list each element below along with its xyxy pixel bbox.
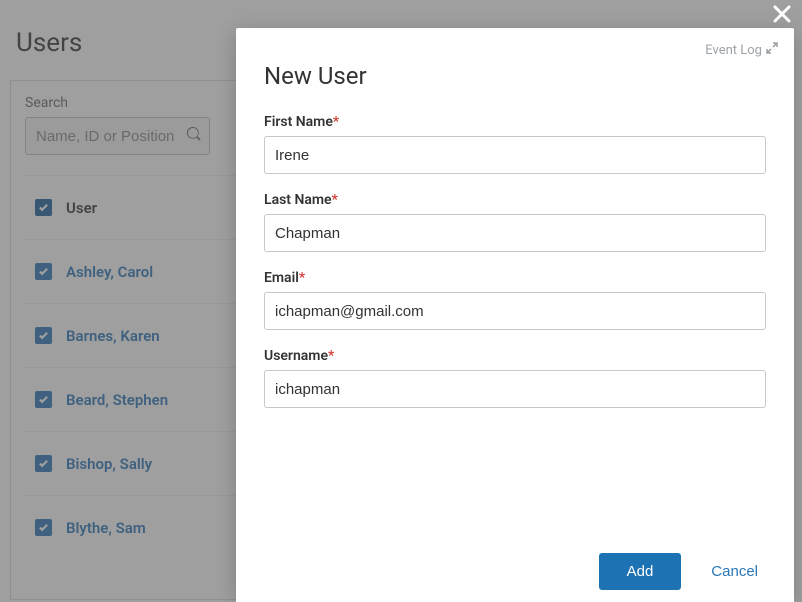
first-name-field-group: First Name* — [264, 114, 766, 174]
email-input[interactable] — [264, 292, 766, 330]
email-field-group: Email* — [264, 270, 766, 330]
last-name-label: Last Name* — [264, 192, 766, 208]
first-name-input[interactable] — [264, 136, 766, 174]
event-log-label: Event Log — [705, 43, 762, 58]
new-user-modal: Event Log New User First Name* Last Name… — [236, 28, 794, 602]
last-name-field-group: Last Name* — [264, 192, 766, 252]
close-icon[interactable] — [772, 4, 792, 28]
username-field-group: Username* — [264, 348, 766, 408]
email-label: Email* — [264, 270, 766, 286]
expand-icon — [766, 42, 778, 58]
username-label: Username* — [264, 348, 766, 364]
add-button[interactable]: Add — [599, 553, 682, 590]
last-name-input[interactable] — [264, 214, 766, 252]
modal-title: New User — [264, 62, 766, 90]
first-name-label: First Name* — [264, 114, 766, 130]
username-input[interactable] — [264, 370, 766, 408]
modal-footer: Add Cancel — [264, 535, 766, 602]
cancel-button[interactable]: Cancel — [711, 563, 758, 580]
event-log-link[interactable]: Event Log — [705, 42, 778, 58]
modal-overlay: Event Log New User First Name* Last Name… — [0, 0, 802, 602]
